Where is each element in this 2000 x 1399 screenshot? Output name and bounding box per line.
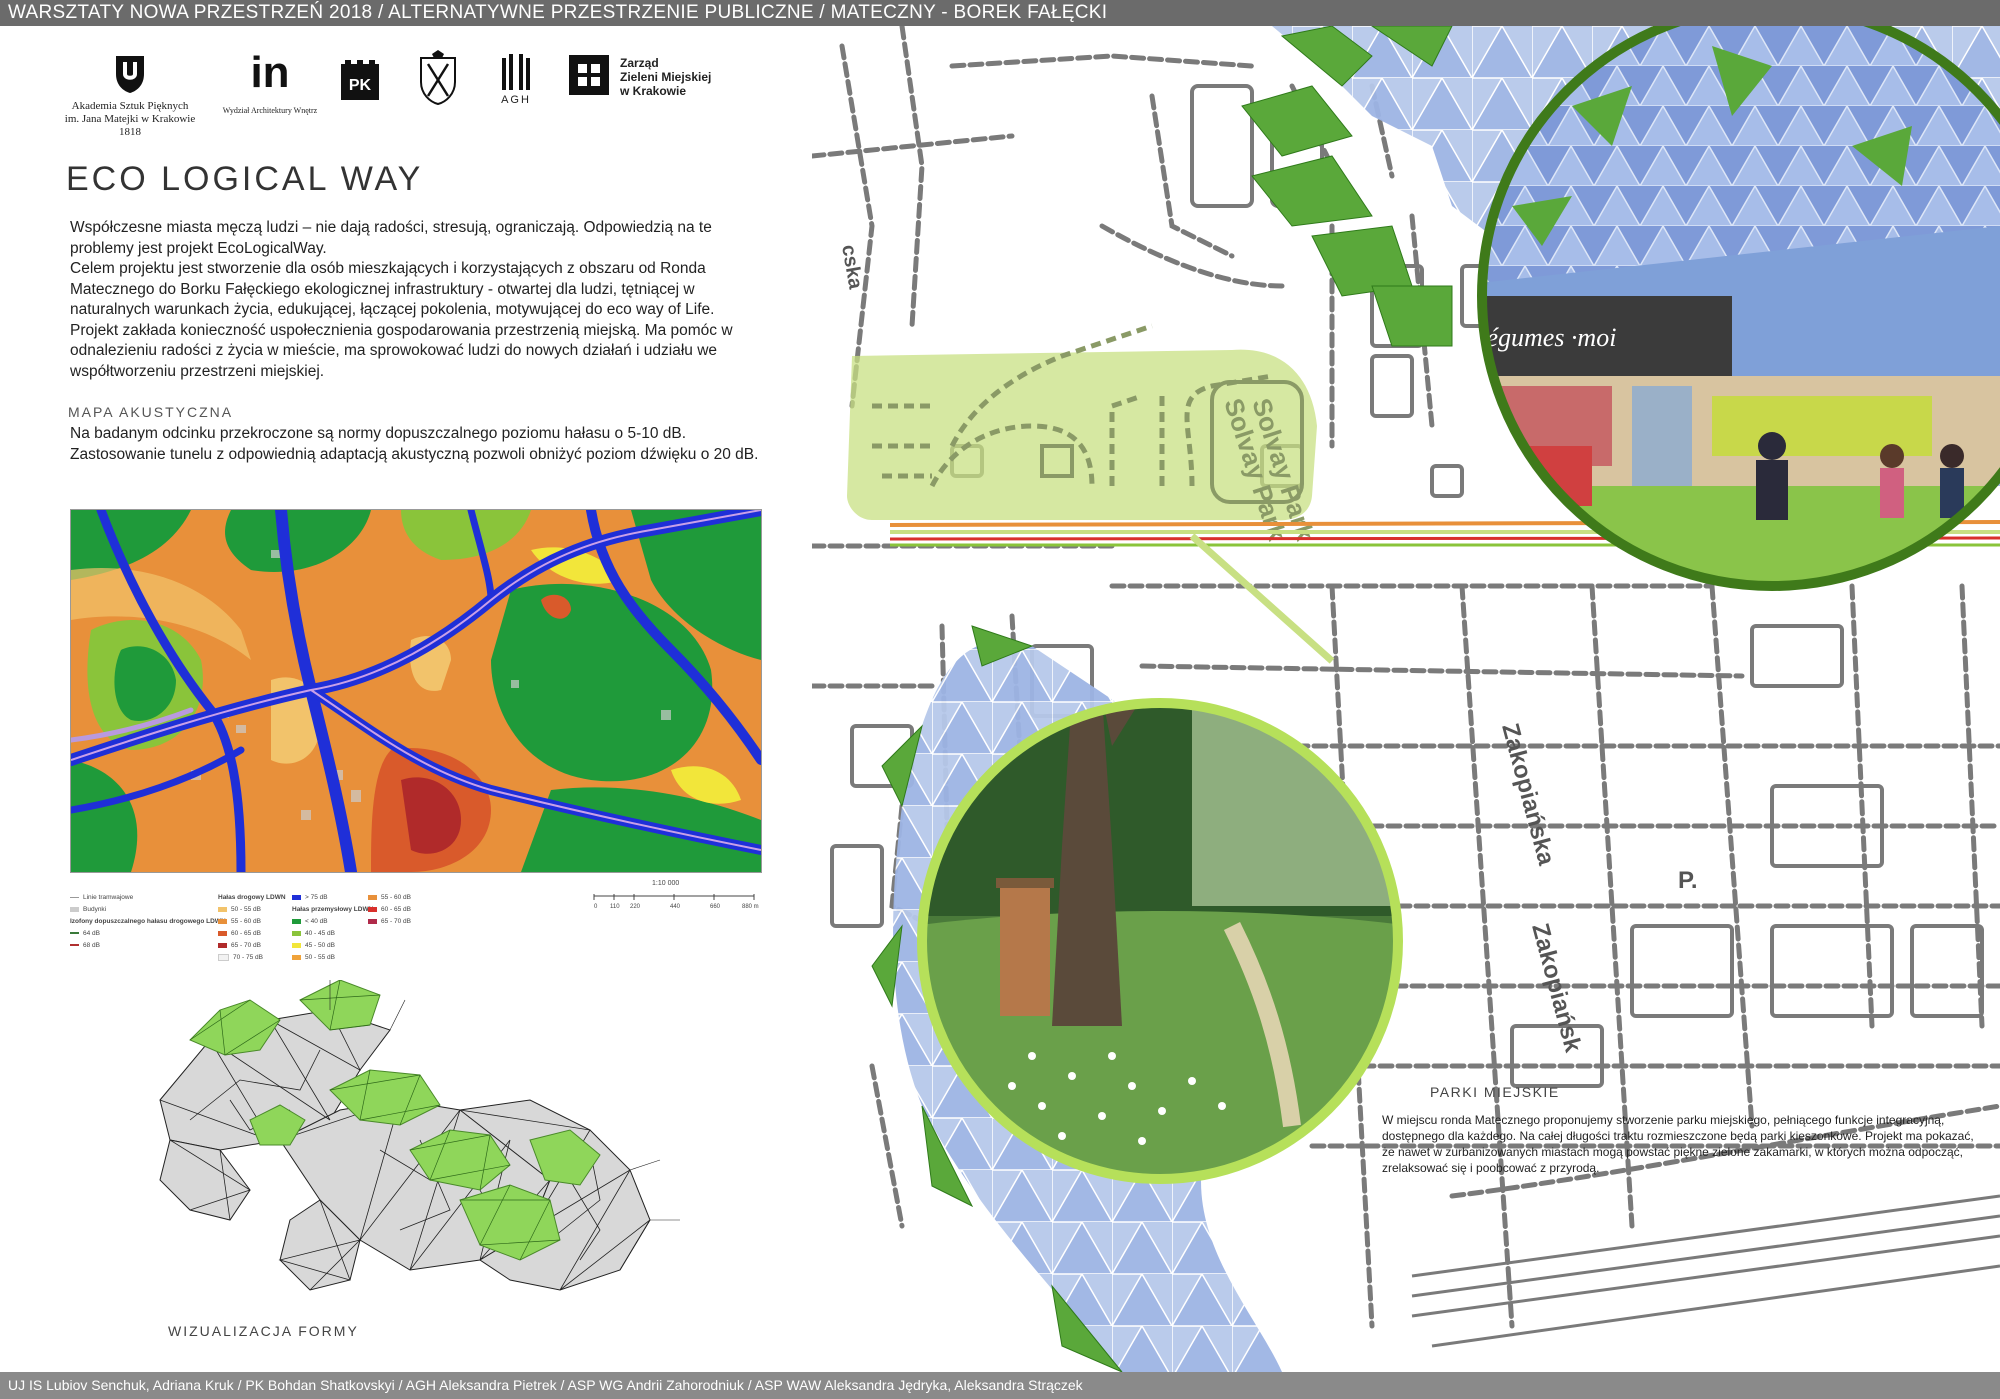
scale-tick-2: 220	[630, 904, 641, 910]
agh-hammers-icon	[502, 54, 530, 90]
parks-text: W miejscu ronda Matecznego proponujemy s…	[1382, 1113, 1974, 1175]
asp-logo: Akademia Sztuk Pięknych im. Jana Matejki…	[60, 54, 200, 139]
pk-crest-icon: PK	[341, 60, 379, 100]
pk-mark: PK	[349, 77, 372, 94]
wawn-logo: in Wydział Architektury Wnętrz	[210, 50, 330, 117]
footer-bar: UJ IS Lubiov Senchuk, Adriana Kruk / PK …	[0, 1372, 2000, 1399]
scale-tick-0: 0	[594, 904, 598, 910]
legend-industry-4: 50 - 55 dB	[292, 954, 335, 961]
legend-industry-1: < 40 dB	[292, 918, 328, 925]
intro-paragraph-1: Współczesne miasta męczą ludzi – nie daj…	[70, 219, 712, 257]
legend-road-1: 50 - 55 dB	[218, 906, 261, 913]
noise-map-graphic	[71, 510, 761, 872]
legend-isophones: Izofony dopuszczalnego hałasu drogowego …	[70, 918, 226, 925]
intro-paragraph-2: Celem projektu jest stworzenie dla osób …	[70, 260, 715, 318]
form-visualization-label: WIZUALIZACJA FORMY	[168, 1323, 359, 1339]
legend-industry-2: 40 - 45 dB	[292, 930, 335, 937]
scale-tick-5: 880 m	[742, 904, 759, 910]
asp-shield-icon	[116, 56, 144, 93]
legend-road-2: 55 - 60 dB	[218, 918, 261, 925]
footer-credits: UJ IS Lubiov Senchuk, Adriana Kruk / PK …	[8, 1377, 1083, 1393]
form-visualization	[130, 979, 690, 1320]
zzm-square-icon	[569, 55, 609, 95]
zzm-line2: Zieleni Miejskiej	[620, 70, 712, 84]
acoustic-paragraph-1: Na badanym odcinku przekroczone są normy…	[70, 425, 687, 442]
agh-logo: AGH	[488, 52, 544, 107]
parks-label: PARKI MIEJSKIE	[1430, 1084, 1560, 1100]
acoustic-paragraph-2: Zastosowanie tunelu z odpowiednią adapta…	[70, 445, 759, 463]
asp-name-line1: Akademia Sztuk Pięknych	[71, 100, 189, 112]
legend-industry-7: 65 - 70 dB	[368, 918, 411, 925]
scale-tick-4: 660	[710, 904, 721, 910]
legend-buildings: Budynki	[70, 906, 106, 913]
page-title: ECO LOGICAL WAY	[66, 160, 424, 198]
legend-industry-3: 45 - 50 dB	[292, 942, 335, 949]
scale-tick-3: 440	[670, 904, 681, 910]
partner-logos: Akademia Sztuk Pięknych im. Jana Matejki…	[60, 50, 760, 150]
acoustic-label: MAPA AKUSTYCZNA	[68, 404, 234, 420]
in-mark: in	[250, 48, 290, 97]
street-label-1: Zakopiańska	[1496, 721, 1560, 869]
scale-tick-1: 110	[610, 904, 620, 910]
asp-name-line2: im. Jana Matejki w Krakowie	[64, 113, 196, 125]
acoustic-text: Na badanym odcinku przekroczone są normy…	[70, 424, 790, 465]
header-bar: WARSZTATY NOWA PRZESTRZEŃ 2018 / ALTERNA…	[0, 0, 2000, 26]
legend-road-title: Hałas drogowy LDWN	[218, 894, 286, 901]
parking-marker: P.	[1678, 867, 1698, 894]
legend-64db: 64 dB	[70, 930, 100, 937]
in-caption: Wydział Architektury Wnętrz	[222, 106, 318, 115]
zzm-line3: w Krakowie	[620, 84, 687, 98]
intro-paragraph-3: Projekt zakłada konieczność uspołecznien…	[70, 321, 733, 380]
noise-map-legend: Linie tramwajowe Budynki Izofony dopuszc…	[70, 880, 770, 961]
legend-industry-title: Hałas przemysłowy LDWN	[292, 906, 374, 913]
legend-road-3: 60 - 65 dB	[218, 930, 261, 937]
scale-bar: 0 110 220 440 660 880 m	[593, 894, 759, 910]
intro-text: Współczesne miasta męczą ludzi – nie daj…	[70, 218, 770, 382]
legend-tram: Linie tramwajowe	[70, 894, 133, 901]
pk-logo: PK	[338, 58, 382, 106]
legend-scale-title: 1:10 000	[652, 880, 680, 887]
asp-name-line3: 1818	[119, 126, 141, 138]
uj-sceptres-icon	[420, 50, 456, 106]
legend-road-5: 70 - 75 dB	[218, 954, 263, 961]
legend-industry-5: 55 - 60 dB	[368, 894, 411, 901]
uj-logo	[416, 50, 460, 110]
market-sign: Légumes ·moi	[1471, 323, 1616, 352]
legend-68db: 68 dB	[70, 942, 100, 949]
header-title: WARSZTATY NOWA PRZESTRZEŃ 2018 / ALTERNA…	[8, 2, 1108, 23]
agh-mark: AGH	[501, 94, 531, 106]
zzm-line1: Zarząd	[620, 56, 659, 70]
legend-industry-6: 60 - 65 dB	[368, 906, 411, 913]
form-visualization-graphic	[159, 979, 680, 1291]
street-label-left: cska	[837, 243, 867, 292]
legend-road-6: > 75 dB	[292, 894, 328, 901]
noise-map-image	[70, 509, 762, 873]
legend-road-4: 65 - 70 dB	[218, 942, 261, 949]
